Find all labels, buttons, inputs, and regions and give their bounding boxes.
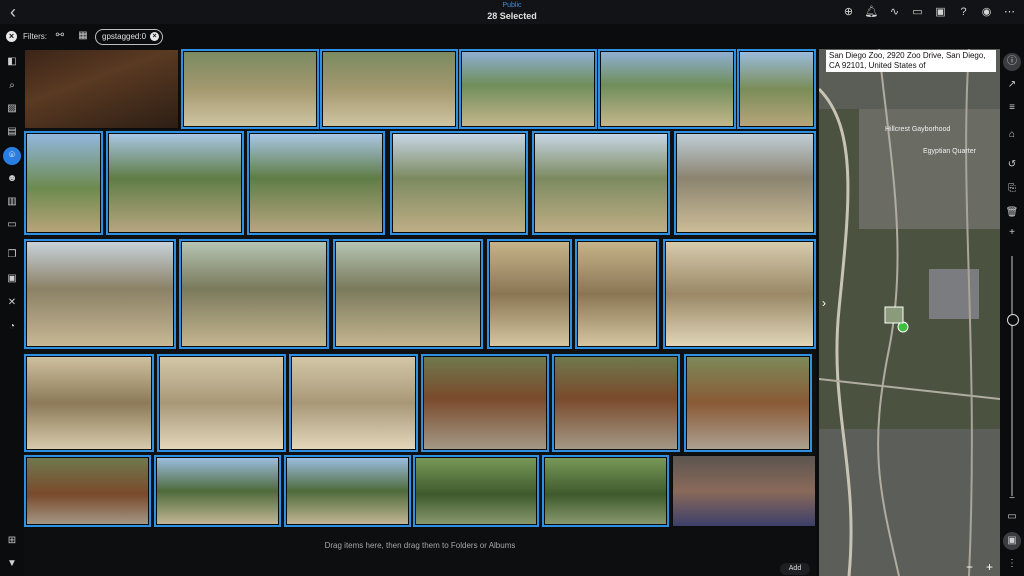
photo-thumbnail[interactable] — [663, 239, 816, 349]
people-icon[interactable]: ☻ — [3, 171, 21, 187]
map-label-hillcrest: Hillcrest Gayborhood — [885, 126, 950, 133]
photo-thumbnail[interactable] — [390, 131, 528, 235]
map-address: San Diego Zoo, 2920 Zoo Drive, San Diego… — [826, 50, 996, 72]
selection-count-title: 28 Selected — [487, 11, 537, 21]
albums-icon[interactable]: ▣ — [3, 271, 21, 287]
filters-label: Filters: — [23, 32, 47, 41]
map-label-egyptian: Egyptian Quarter — [923, 148, 977, 155]
bell-icon[interactable]: 🔔︎ — [863, 4, 880, 20]
share-icon[interactable]: ⎘ — [1003, 181, 1021, 197]
tag-icon[interactable]: ⌂ — [1003, 127, 1021, 143]
more-vertical-icon[interactable]: ⋮ — [1003, 556, 1021, 572]
collections-icon[interactable]: ❐ — [3, 247, 21, 263]
calendar-icon[interactable]: ▤ — [3, 124, 21, 140]
photo-filter-icon[interactable]: ▦ — [76, 30, 90, 42]
tools-icon[interactable]: ✕ — [3, 295, 21, 311]
hierarchy-icon[interactable]: ⊞ — [3, 533, 21, 549]
dashboard-icon[interactable]: ◔ — [3, 319, 21, 335]
photo-thumbnail[interactable] — [542, 455, 669, 527]
help-icon[interactable]: ? — [955, 4, 972, 20]
clear-filters-icon[interactable]: × — [6, 31, 17, 42]
photo-thumbnail[interactable] — [421, 354, 549, 452]
photo-thumbnail[interactable] — [24, 239, 176, 349]
filter-bar: × Filters: ⚯ ▦ gpstagged:0 × — [0, 24, 1024, 49]
photo-thumbnail[interactable] — [179, 239, 329, 349]
window-icon[interactable]: ▣ — [932, 4, 949, 20]
map-pin-icon[interactable]: ⌾ — [3, 147, 21, 165]
cast-icon[interactable]: ▭ — [909, 4, 926, 20]
photo-thumbnail[interactable] — [106, 131, 244, 235]
activity-icon[interactable]: ∿ — [886, 4, 903, 20]
photo-thumbnail[interactable] — [487, 239, 572, 349]
photo-thumbnail[interactable] — [154, 455, 281, 527]
filter-chip[interactable]: gpstagged:0 × — [95, 29, 164, 45]
title-area: Public 28 Selected — [412, 1, 612, 22]
photo-thumbnail[interactable] — [333, 239, 483, 349]
remove-chip-icon[interactable]: × — [150, 32, 160, 41]
photo-thumbnail[interactable] — [320, 49, 458, 129]
photo-thumbnail[interactable] — [674, 131, 816, 235]
photo-thumbnail[interactable] — [24, 49, 179, 129]
photo-thumbnail[interactable] — [284, 455, 411, 527]
photo-thumbnail[interactable] — [672, 455, 816, 527]
link-filter-icon[interactable]: ⚯ — [53, 30, 67, 42]
search-icon[interactable]: ⌕ — [3, 78, 21, 94]
tools-box-icon[interactable]: ▥ — [3, 194, 21, 210]
photo-thumbnail[interactable] — [24, 131, 103, 235]
map-view[interactable]: Hillcrest Gayborhood Egyptian Quarter — [819, 49, 1000, 576]
trash-icon[interactable]: 🗑︎ — [1003, 205, 1021, 221]
photo-thumbnail[interactable] — [459, 49, 597, 129]
photos-icon[interactable]: ▨ — [3, 101, 21, 117]
top-toolbar: ⊕ 🔔︎ ∿ ▭ ▣ ? ◉ ⋯ — [840, 4, 1018, 20]
thumbnail-size-slider[interactable] — [1011, 256, 1013, 496]
zoom-out-icon[interactable]: − — [966, 560, 973, 574]
left-rail: ◧ ⌕ ▨ ▤ ⌾ ☻ ▥ ▭ ❐ ▣ ✕ ◔ ⊞ ▼ — [0, 49, 24, 576]
sidebar-toggle-icon[interactable]: ◧ — [3, 54, 21, 70]
drop-zone[interactable]: Drag items here, then drag them to Folde… — [24, 527, 816, 576]
slider-handle[interactable] — [1007, 314, 1019, 326]
drop-zone-text: Drag items here, then drag them to Folde… — [324, 541, 516, 550]
chevron-right-icon[interactable]: › — [822, 296, 826, 310]
back-arrow-icon[interactable]: ‹ — [4, 2, 22, 22]
zoom-in-icon[interactable]: + — [986, 560, 993, 574]
photo-thumbnail[interactable] — [598, 49, 736, 129]
top-bar: ‹ Public 28 Selected ⊕ 🔔︎ ∿ ▭ ▣ ? ◉ ⋯ — [0, 0, 1024, 24]
plus-circle-icon[interactable]: ⊕ — [840, 4, 857, 20]
folder-icon[interactable]: ▭ — [3, 217, 21, 233]
photo-thumbnail[interactable] — [532, 131, 670, 235]
filter-icon[interactable]: ▼ — [3, 556, 21, 572]
filter-chip-label: gpstagged:0 — [102, 32, 147, 41]
box-icon[interactable]: ▣ — [1003, 532, 1021, 550]
more-icon[interactable]: ⋯ — [1001, 4, 1018, 20]
photo-thumbnail[interactable] — [289, 354, 418, 452]
photo-thumbnail[interactable] — [157, 354, 286, 452]
photo-thumbnail[interactable] — [575, 239, 659, 349]
photo-thumbnail[interactable] — [181, 49, 319, 129]
rotate-icon[interactable]: ↺ — [1003, 157, 1021, 173]
external-link-icon[interactable]: ↗ — [1003, 77, 1021, 93]
album-subtitle: Public — [502, 2, 522, 9]
account-icon[interactable]: ◉ — [978, 4, 995, 20]
map-imagery: Hillcrest Gayborhood Egyptian Quarter — [819, 49, 1000, 576]
photo-thumbnail[interactable] — [24, 354, 154, 452]
layout-icon[interactable]: ▭ — [1003, 509, 1021, 525]
photo-thumbnail[interactable] — [684, 354, 812, 452]
photo-thumbnail[interactable] — [737, 49, 816, 129]
photo-thumbnail[interactable] — [413, 455, 539, 527]
zoom-plus-icon[interactable]: + — [1003, 225, 1021, 241]
info-icon[interactable]: ⓘ — [1003, 53, 1021, 71]
add-button[interactable]: Add — [780, 563, 810, 575]
photo-grid — [24, 49, 816, 527]
photo-thumbnail[interactable] — [24, 455, 151, 527]
photo-thumbnail[interactable] — [247, 131, 385, 235]
photo-thumbnail[interactable] — [552, 354, 680, 452]
adjust-icon[interactable]: ≡ — [1003, 100, 1021, 116]
